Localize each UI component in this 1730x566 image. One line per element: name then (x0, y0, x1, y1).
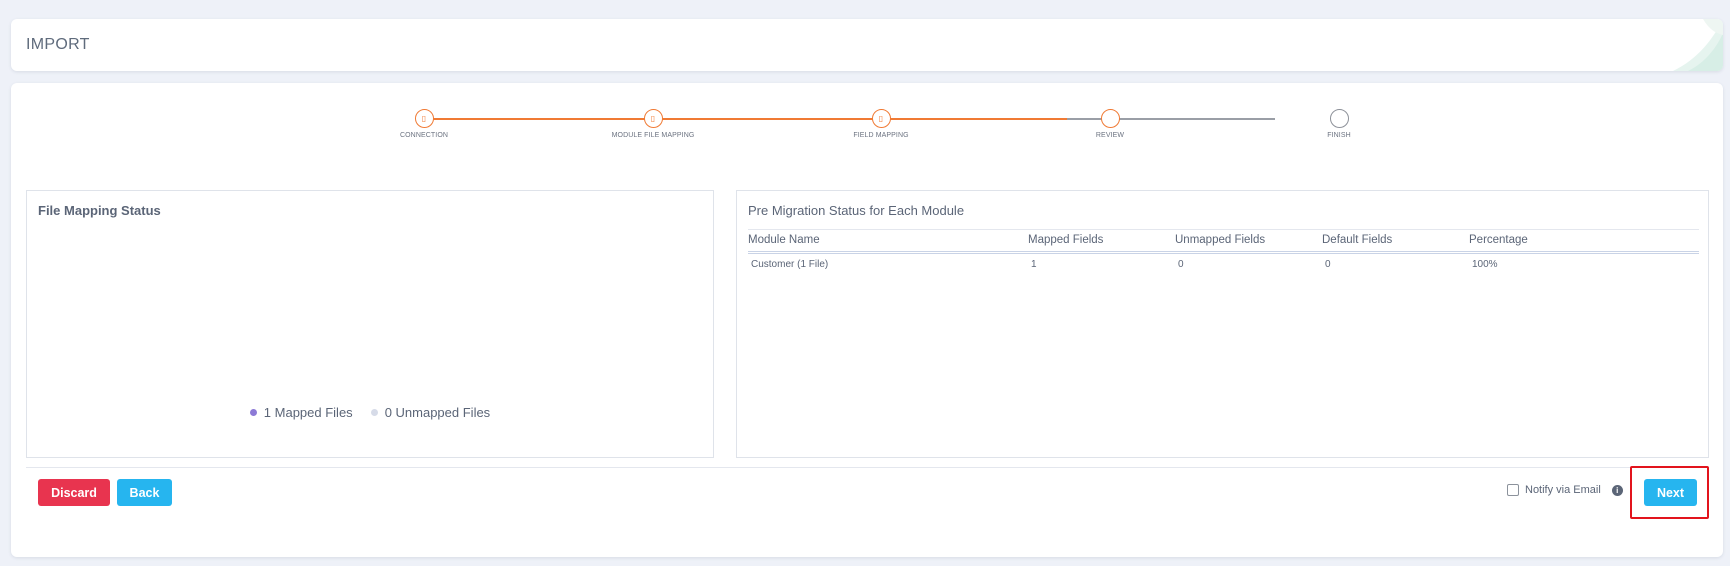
column-header[interactable]: Unmapped Fields (1175, 229, 1322, 254)
step-circle: ▯ (414, 109, 434, 128)
step-circle (1329, 109, 1349, 128)
step-label: REVIEW (1095, 132, 1125, 139)
document-icon: ▯ (878, 113, 884, 123)
step-label: CONNECTION (399, 132, 449, 139)
legend-item-unmapped[interactable]: 0 Unmapped Files (370, 405, 491, 420)
import-wizard: ▯ CONNECTION ▯ MODULE FILE MAPPING ▯ FIE… (11, 83, 1723, 557)
document-icon: ▯ (650, 113, 656, 123)
step-module-file-mapping[interactable]: ▯ MODULE FILE MAPPING (583, 109, 723, 139)
table-cell: Customer (1 File) (751, 259, 829, 270)
table-header-row: Module Name Mapped Fields Unmapped Field… (748, 229, 1699, 254)
step-circle (1100, 109, 1120, 128)
column-header[interactable]: Default Fields (1322, 229, 1469, 254)
legend-dot-icon (249, 409, 257, 416)
step-circle: ▯ (643, 109, 663, 128)
step-label: FINISH (1327, 132, 1351, 139)
notify-via-email[interactable]: Notify via Email i (1507, 484, 1623, 496)
notify-email-label: Notify via Email (1525, 484, 1601, 496)
page-title: IMPORT (26, 36, 90, 53)
legend-dot-icon (370, 409, 378, 416)
back-button[interactable]: Back (117, 479, 172, 506)
document-icon: ▯ (421, 113, 427, 123)
progress-stepper: ▯ CONNECTION ▯ MODULE FILE MAPPING ▯ FIE… (11, 83, 1723, 153)
step-finish[interactable]: FINISH (1269, 109, 1409, 139)
step-review[interactable]: REVIEW (1040, 109, 1180, 139)
chart-legend: 1 Mapped Files 0 Unmapped Files (27, 405, 713, 420)
panel-title: File Mapping Status (38, 203, 161, 218)
step-label: FIELD MAPPING (853, 132, 909, 139)
legend-label: 0 Unmapped Files (384, 405, 491, 420)
panel-title: Pre Migration Status for Each Module (748, 203, 965, 218)
column-header[interactable]: Module Name (748, 229, 1028, 254)
column-header[interactable]: Percentage (1469, 229, 1699, 254)
legend-item-mapped[interactable]: 1 Mapped Files (249, 405, 353, 420)
table-cell: 0 (1178, 259, 1184, 270)
header-decoration (1673, 19, 1723, 71)
step-label: MODULE FILE MAPPING (611, 132, 695, 139)
page-header: IMPORT (11, 19, 1723, 71)
discard-button[interactable]: Discard (38, 479, 110, 506)
table-row: Customer (1 File) 1 0 0 100% (748, 253, 1699, 270)
step-field-mapping[interactable]: ▯ FIELD MAPPING (811, 109, 951, 139)
pre-migration-status-panel: Pre Migration Status for Each Module Mod… (736, 190, 1709, 458)
legend-label: 1 Mapped Files (263, 405, 353, 420)
next-button[interactable]: Next (1644, 479, 1697, 506)
table-cell: 0 (1325, 259, 1331, 270)
table-cell: 1 (1031, 259, 1037, 270)
table-cell: 100% (1472, 259, 1498, 270)
footer-divider (26, 467, 1709, 468)
step-circle: ▯ (871, 109, 891, 128)
pre-migration-table: Module Name Mapped Fields Unmapped Field… (748, 229, 1699, 270)
column-header[interactable]: Mapped Fields (1028, 229, 1175, 254)
stepper-line-done (424, 118, 1067, 120)
notify-email-checkbox[interactable] (1507, 484, 1519, 496)
file-mapping-status-panel: File Mapping Status 1 Mapped Files 0 Unm… (26, 190, 714, 458)
info-icon[interactable]: i (1611, 484, 1623, 496)
step-connection[interactable]: ▯ CONNECTION (354, 109, 494, 139)
